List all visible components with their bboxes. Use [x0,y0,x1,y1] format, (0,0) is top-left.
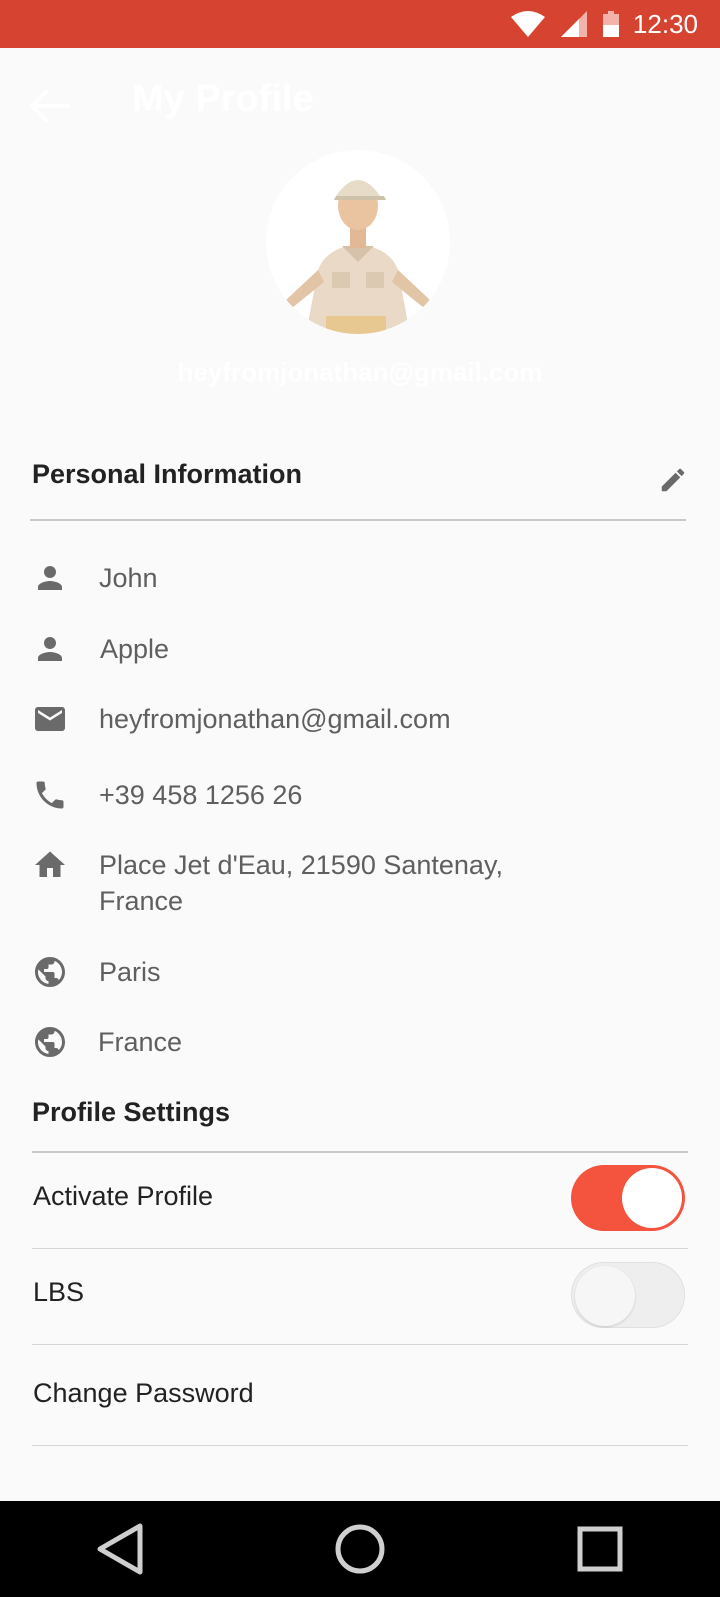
navigation-bar [0,1501,720,1597]
city-text: Paris [99,957,161,987]
nav-home-icon[interactable] [330,1519,390,1579]
page-title: My Profile [132,78,314,120]
phone-icon [32,777,68,813]
address-line-1: Place Jet d'Eau, 21590 Santenay, [99,850,503,880]
wifi-icon [510,11,545,37]
avatar [266,150,450,334]
back-arrow-icon[interactable] [28,88,72,124]
header-email: heyfromjonathan@gmail.com [177,357,543,387]
profile-settings-title: Profile Settings [32,1097,231,1127]
address-line-2: France [99,886,184,916]
personal-info-divider [30,519,686,521]
lbs-toggle[interactable] [571,1262,685,1328]
globe-icon [32,954,68,990]
toggle-knob [622,1168,682,1228]
activate-profile-label: Activate Profile [33,1181,214,1211]
profile-settings-divider [32,1151,688,1153]
list-item-city: Paris [32,954,692,990]
status-bar: 12:30 [0,0,720,48]
list-item-first-name: John [32,560,692,596]
country-text: France [98,1027,183,1057]
list-item-phone: +39 458 1256 26 [32,777,692,813]
clock: 12:30 [632,8,698,39]
list-item-country: France [32,1024,692,1060]
nav-back-icon[interactable] [90,1519,150,1579]
first-name-text: John [99,563,158,593]
activate-profile-toggle[interactable] [571,1165,685,1231]
row-divider [32,1344,688,1345]
last-name-text: Apple [100,634,170,664]
list-item-last-name: Apple [32,631,692,667]
list-item-address: Place Jet d'Eau, 21590 Santenay, France [32,847,692,919]
email-text: heyfromjonathan@gmail.com [99,704,451,734]
phone-text: +39 458 1256 26 [99,780,303,810]
personal-information-title: Personal Information [32,459,303,489]
list-item-email: heyfromjonathan@gmail.com [32,701,692,737]
signal-icon [560,11,587,37]
lbs-label: LBS [33,1277,85,1307]
toggle-knob [575,1266,635,1326]
row-divider [32,1445,688,1446]
change-password-button[interactable]: Change Password [33,1378,254,1409]
mail-icon [32,701,68,737]
row-divider [32,1248,688,1249]
edit-icon[interactable] [658,465,688,495]
battery-icon [602,11,619,37]
person-icon [32,631,68,667]
nav-recents-icon[interactable] [570,1519,630,1579]
person-icon [32,560,68,596]
globe-icon [32,1024,68,1060]
home-icon [32,847,68,883]
